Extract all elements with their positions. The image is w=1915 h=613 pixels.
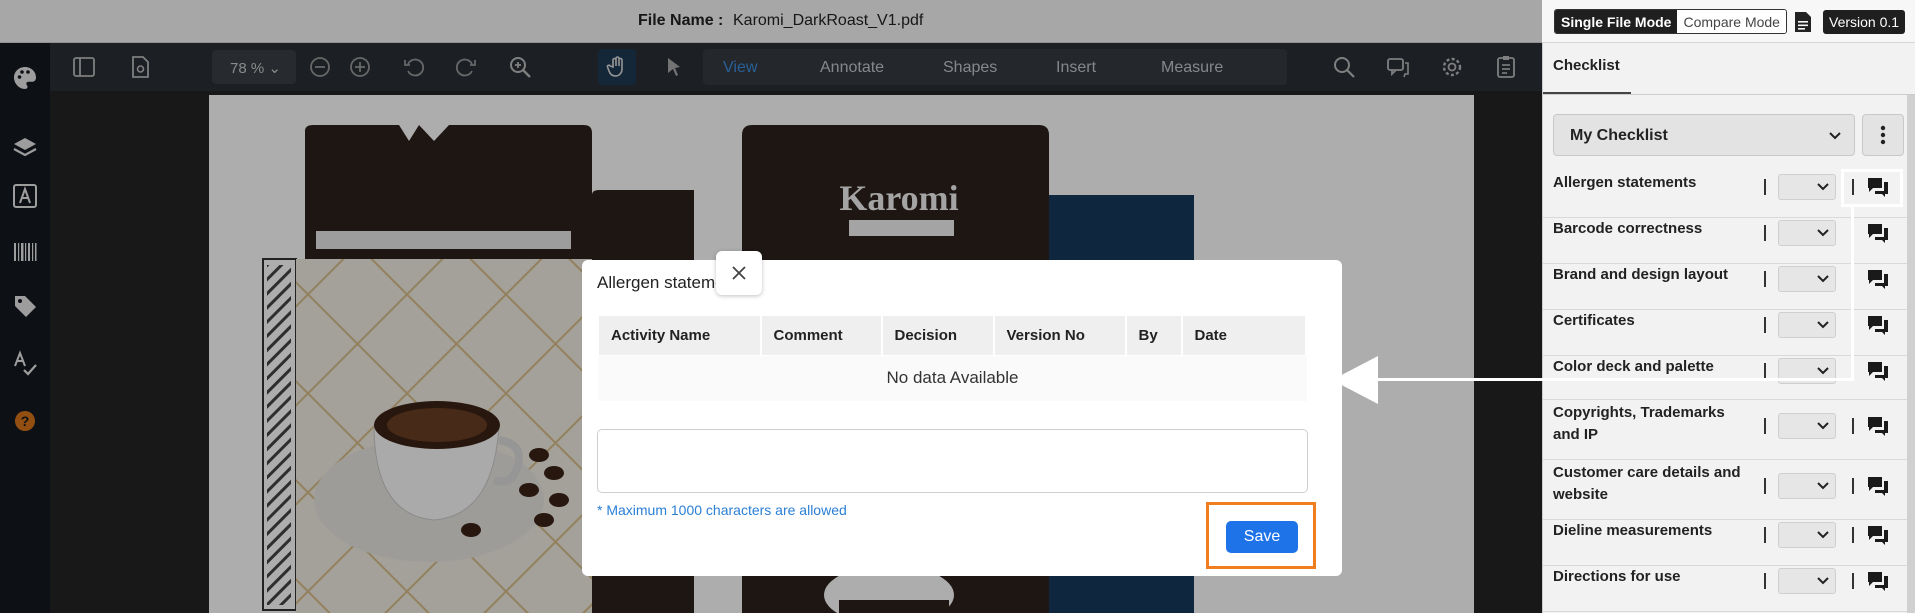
status-dropdown[interactable] xyxy=(1778,312,1836,338)
version-badge[interactable]: Version 0.1 xyxy=(1823,10,1906,34)
checklist-item-label: Directions for use xyxy=(1553,568,1681,585)
callout-arrow-line xyxy=(1378,378,1854,381)
comment-icon[interactable] xyxy=(1867,525,1889,545)
comment-icon[interactable] xyxy=(1867,416,1889,436)
empty-table-message: No data Available xyxy=(598,356,1307,401)
close-icon xyxy=(732,266,746,280)
chevron-down-icon xyxy=(1829,132,1841,140)
checklist-item-label: Barcode correctness xyxy=(1553,220,1703,237)
separator xyxy=(1764,478,1766,494)
separator xyxy=(1764,179,1766,195)
close-dialog-button[interactable] xyxy=(716,251,762,295)
separator xyxy=(1764,363,1766,379)
checklist-item-label: Allergen statements xyxy=(1553,174,1697,191)
checklist-dropdown-value: My Checklist xyxy=(1570,127,1668,144)
status-dropdown[interactable] xyxy=(1778,220,1836,246)
checklist-row[interactable]: Customer care details and website xyxy=(1543,460,1908,520)
panel-divider xyxy=(1543,94,1915,95)
checklist-panel: Checklist My Checklist Allergen statemen… xyxy=(1542,43,1915,613)
separator xyxy=(1852,478,1854,494)
callout-arrow-head xyxy=(1332,356,1378,404)
checklist-item-label: Color deck and palette xyxy=(1553,358,1714,375)
column-version-no: Version No xyxy=(993,315,1127,356)
chevron-down-icon xyxy=(1817,577,1829,585)
history-table: Activity Name Comment Decision Version N… xyxy=(598,315,1307,356)
status-dropdown[interactable] xyxy=(1778,413,1836,439)
chevron-down-icon xyxy=(1817,321,1829,329)
compare-mode-button[interactable]: Compare Mode xyxy=(1677,10,1786,33)
status-dropdown[interactable] xyxy=(1778,473,1836,499)
checklist-item-label: Dieline measurements xyxy=(1553,522,1713,539)
kebab-menu-icon xyxy=(1880,125,1886,145)
separator xyxy=(1764,573,1766,589)
checklist-item-label: Customer care details and website xyxy=(1553,464,1741,503)
checklist-row[interactable]: Copyrights, Trademarks and IP xyxy=(1543,400,1908,460)
separator xyxy=(1764,271,1766,287)
chevron-down-icon xyxy=(1817,229,1829,237)
checklist-item-label: Brand and design layout xyxy=(1553,266,1729,283)
comment-icon[interactable] xyxy=(1867,315,1889,335)
comment-icon[interactable] xyxy=(1867,571,1889,591)
comment-icon[interactable] xyxy=(1867,223,1889,243)
column-activity-name: Activity Name xyxy=(598,315,762,356)
column-by: By xyxy=(1125,315,1183,356)
status-dropdown[interactable] xyxy=(1778,522,1836,548)
comment-icon[interactable] xyxy=(1867,269,1889,289)
chevron-down-icon xyxy=(1817,531,1829,539)
separator xyxy=(1764,317,1766,333)
tab-checklist[interactable]: Checklist xyxy=(1553,57,1620,74)
separator xyxy=(1764,527,1766,543)
character-limit-hint: * Maximum 1000 characters are allowed xyxy=(597,502,847,518)
column-comment: Comment xyxy=(760,315,883,356)
column-date: Date xyxy=(1181,315,1307,356)
status-dropdown[interactable] xyxy=(1778,266,1836,292)
save-button[interactable]: Save xyxy=(1226,521,1298,553)
checklist-item-label: Copyrights, Trademarks and IP xyxy=(1553,404,1725,443)
checklist-row[interactable]: Directions for use xyxy=(1543,566,1908,612)
chevron-down-icon xyxy=(1817,183,1829,191)
table-header-row: Activity Name Comment Decision Version N… xyxy=(598,315,1307,356)
panel-scrollbar[interactable] xyxy=(1907,95,1915,613)
comment-button-highlight xyxy=(1841,169,1903,207)
separator xyxy=(1764,418,1766,434)
chevron-down-icon xyxy=(1817,422,1829,430)
callout-arrow-line xyxy=(1851,207,1854,381)
separator xyxy=(1852,573,1854,589)
checklist-row[interactable]: Dieline measurements xyxy=(1543,520,1908,566)
separator xyxy=(1764,225,1766,241)
separator xyxy=(1852,418,1854,434)
document-icon[interactable] xyxy=(1794,11,1812,33)
column-decision: Decision xyxy=(881,315,995,356)
mode-toggle: Single File Mode Compare Mode xyxy=(1554,9,1787,34)
single-file-mode-button[interactable]: Single File Mode xyxy=(1555,10,1678,33)
comment-icon[interactable] xyxy=(1867,476,1889,496)
comment-input[interactable] xyxy=(597,429,1308,493)
chevron-down-icon xyxy=(1817,275,1829,283)
checklist-item-label: Certificates xyxy=(1553,312,1635,329)
status-dropdown[interactable] xyxy=(1778,568,1836,594)
chevron-down-icon xyxy=(1817,482,1829,490)
status-dropdown[interactable] xyxy=(1778,174,1836,200)
separator xyxy=(1852,527,1854,543)
checklist-menu-button[interactable] xyxy=(1862,114,1904,156)
checklist-dropdown[interactable]: My Checklist xyxy=(1553,114,1855,156)
chevron-down-icon xyxy=(1817,367,1829,375)
comment-icon[interactable] xyxy=(1867,361,1889,381)
